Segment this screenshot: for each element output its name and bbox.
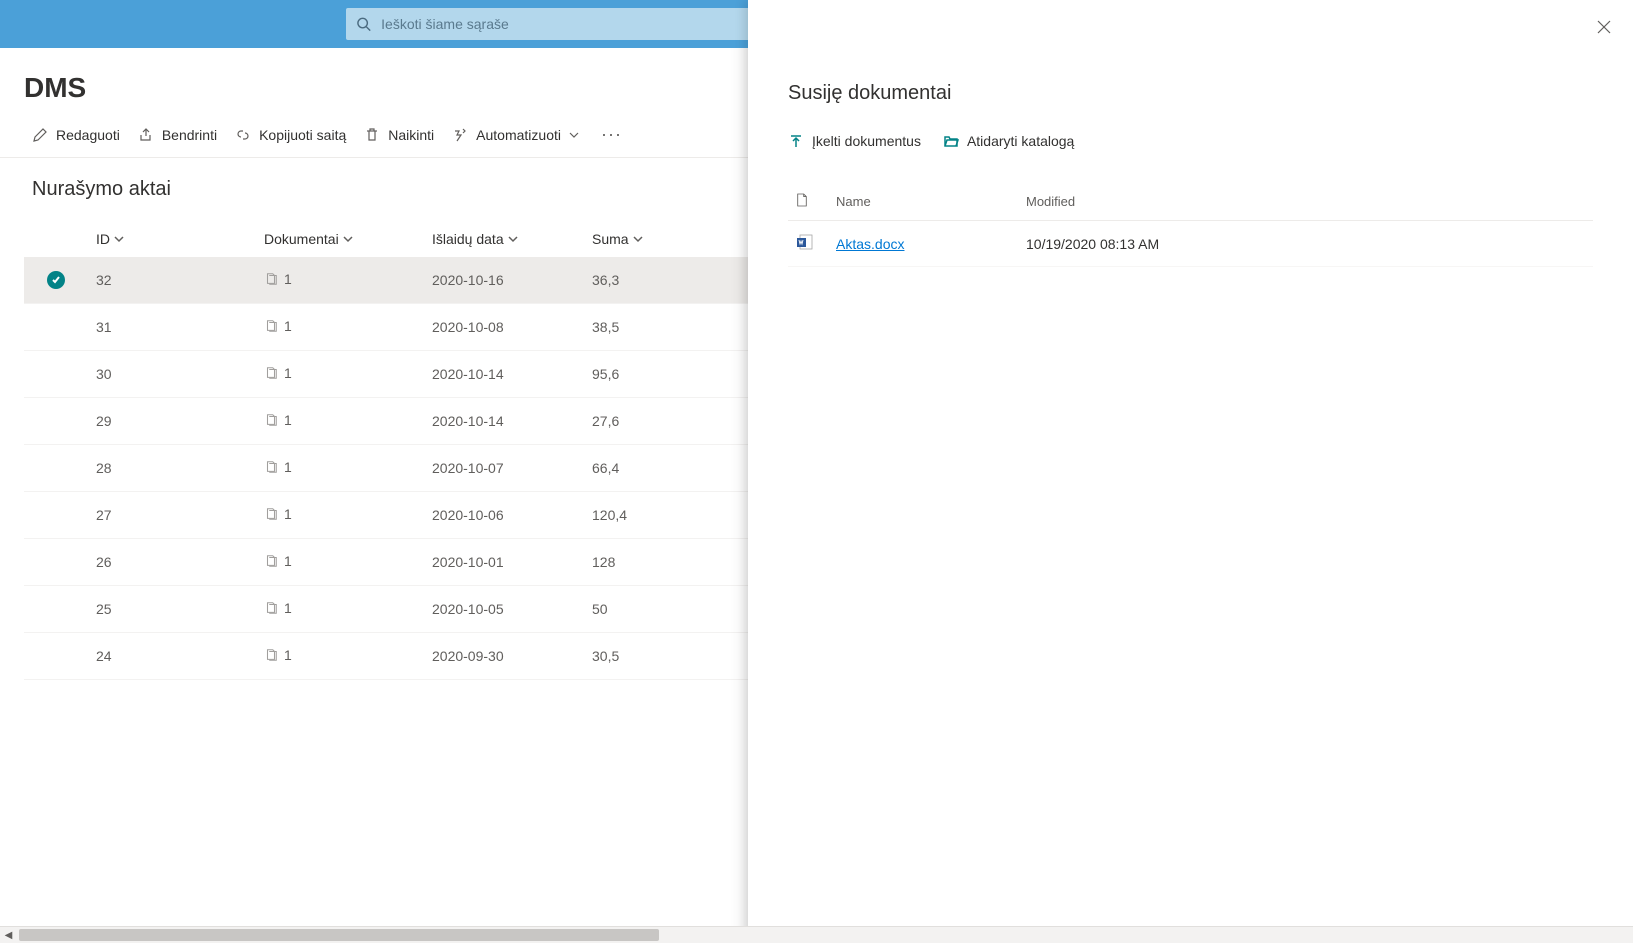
open-folder-button[interactable]: Atidaryti katalogą <box>943 133 1074 149</box>
chevron-down-icon <box>114 234 124 244</box>
document-stack-icon <box>264 601 278 615</box>
flow-icon <box>452 127 468 143</box>
row-select-cell[interactable] <box>24 351 88 398</box>
row-select-cell[interactable] <box>24 257 88 304</box>
document-stack-icon <box>264 319 278 333</box>
document-stack-icon <box>264 648 278 662</box>
panel-title: Susiję dokumentai <box>788 82 1593 105</box>
document-stack-icon <box>264 460 278 474</box>
cell-date: 2020-10-08 <box>424 304 584 351</box>
doc-column-modified[interactable]: Modified <box>1018 183 1593 221</box>
upload-icon <box>788 133 804 149</box>
cell-id: 29 <box>88 398 256 445</box>
cell-id: 27 <box>88 492 256 539</box>
share-button[interactable]: Bendrinti <box>138 127 217 143</box>
close-icon <box>1597 20 1611 34</box>
delete-label: Naikinti <box>388 127 434 143</box>
cell-date: 2020-10-16 <box>424 257 584 304</box>
row-select-cell[interactable] <box>24 304 88 351</box>
cell-documents[interactable]: 1 <box>256 351 424 398</box>
cell-documents[interactable]: 1 <box>256 445 424 492</box>
cell-documents[interactable]: 1 <box>256 398 424 445</box>
upload-button[interactable]: Įkelti dokumentus <box>788 133 921 149</box>
open-folder-label: Atidaryti katalogą <box>967 133 1074 149</box>
edit-label: Redaguoti <box>56 127 120 143</box>
document-stack-icon <box>264 366 278 380</box>
pencil-icon <box>32 127 48 143</box>
chevron-down-icon <box>343 234 353 244</box>
file-icon <box>796 193 808 207</box>
row-select-cell[interactable] <box>24 633 88 680</box>
link-icon <box>235 127 251 143</box>
cell-documents[interactable]: 1 <box>256 633 424 680</box>
horizontal-scrollbar[interactable]: ◀ <box>0 926 1633 943</box>
column-documents[interactable]: Dokumentai <box>256 221 424 257</box>
cell-id: 28 <box>88 445 256 492</box>
cell-documents[interactable]: 1 <box>256 257 424 304</box>
close-button[interactable] <box>1597 20 1611 37</box>
trash-icon <box>364 127 380 143</box>
row-select-cell[interactable] <box>24 492 88 539</box>
column-date[interactable]: Išlaidų data <box>424 221 584 257</box>
cell-date: 2020-10-06 <box>424 492 584 539</box>
cell-date: 2020-10-01 <box>424 539 584 586</box>
document-stack-icon <box>264 507 278 521</box>
cell-documents[interactable]: 1 <box>256 304 424 351</box>
cell-date: 2020-10-14 <box>424 398 584 445</box>
word-file-icon <box>796 233 814 251</box>
cell-date: 2020-09-30 <box>424 633 584 680</box>
more-actions-button[interactable]: ··· <box>597 124 626 145</box>
cell-documents[interactable]: 1 <box>256 586 424 633</box>
share-label: Bendrinti <box>162 127 217 143</box>
doc-column-name[interactable]: Name <box>828 183 1018 221</box>
cell-date: 2020-10-07 <box>424 445 584 492</box>
file-type-cell <box>788 221 828 267</box>
column-select[interactable] <box>24 221 88 257</box>
side-panel: Susiję dokumentai Įkelti dokumentus Atid… <box>748 0 1633 943</box>
cell-documents[interactable]: 1 <box>256 539 424 586</box>
cell-id: 26 <box>88 539 256 586</box>
column-id[interactable]: ID <box>88 221 256 257</box>
checkmark-icon <box>47 271 65 289</box>
cell-id: 31 <box>88 304 256 351</box>
row-select-cell[interactable] <box>24 539 88 586</box>
automate-button[interactable]: Automatizuoti <box>452 127 579 143</box>
edit-button[interactable]: Redaguoti <box>32 127 120 143</box>
row-select-cell[interactable] <box>24 445 88 492</box>
scroll-left-arrow[interactable]: ◀ <box>0 927 17 943</box>
doc-column-type[interactable] <box>788 183 828 221</box>
document-row[interactable]: Aktas.docx 10/19/2020 08:13 AM <box>788 221 1593 267</box>
search-icon <box>356 16 371 32</box>
cell-documents[interactable]: 1 <box>256 492 424 539</box>
cell-id: 32 <box>88 257 256 304</box>
chevron-down-icon <box>633 234 643 244</box>
row-select-cell[interactable] <box>24 398 88 445</box>
document-stack-icon <box>264 272 278 286</box>
row-select-cell[interactable] <box>24 586 88 633</box>
scrollbar-thumb[interactable] <box>19 929 659 941</box>
cell-id: 25 <box>88 586 256 633</box>
cell-date: 2020-10-14 <box>424 351 584 398</box>
chevron-down-icon <box>569 130 579 140</box>
delete-button[interactable]: Naikinti <box>364 127 434 143</box>
copy-link-label: Kopijuoti saitą <box>259 127 346 143</box>
file-link[interactable]: Aktas.docx <box>836 236 904 252</box>
file-name-cell: Aktas.docx <box>828 221 1018 267</box>
cell-date: 2020-10-05 <box>424 586 584 633</box>
cell-id: 24 <box>88 633 256 680</box>
cell-id: 30 <box>88 351 256 398</box>
document-stack-icon <box>264 413 278 427</box>
documents-table: Name Modified Aktas.docx 10/19/2020 08:13… <box>788 183 1593 267</box>
chevron-down-icon <box>508 234 518 244</box>
copy-link-button[interactable]: Kopijuoti saitą <box>235 127 346 143</box>
document-stack-icon <box>264 554 278 568</box>
folder-open-icon <box>943 133 959 149</box>
file-modified-cell: 10/19/2020 08:13 AM <box>1018 221 1593 267</box>
share-icon <box>138 127 154 143</box>
automate-label: Automatizuoti <box>476 127 561 143</box>
upload-label: Įkelti dokumentus <box>812 133 921 149</box>
